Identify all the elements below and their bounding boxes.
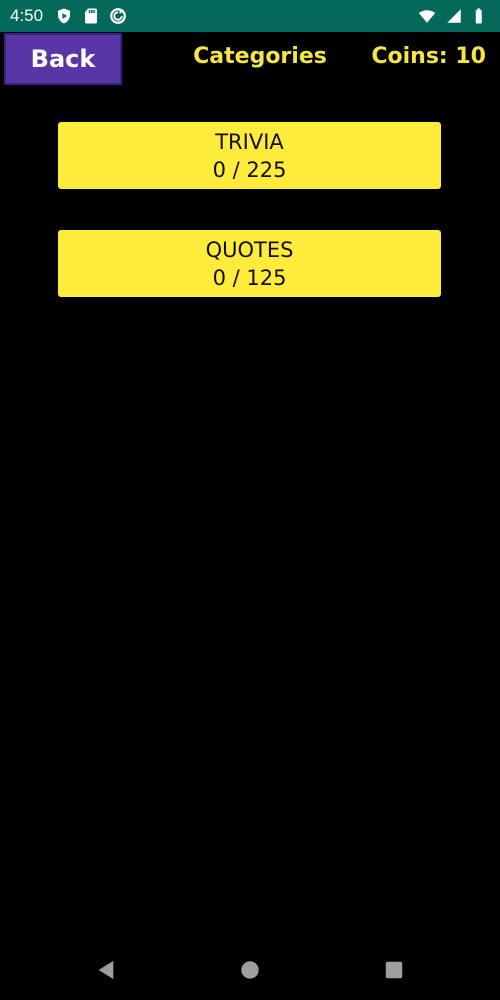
nav-recent-icon[interactable] xyxy=(382,958,406,982)
signal-icon xyxy=(445,7,463,25)
sd-card-icon xyxy=(82,7,100,25)
sync-icon xyxy=(109,7,127,25)
screen: 4:50 Back Categories Coins: 10 TRIVIA 0 … xyxy=(0,0,500,1000)
shield-icon xyxy=(55,7,73,25)
category-name: QUOTES xyxy=(205,237,294,262)
nav-bar xyxy=(0,938,500,1000)
coins-counter: Coins: 10 xyxy=(371,44,486,69)
page-title: Categories xyxy=(193,44,327,69)
status-bar: 4:50 xyxy=(0,0,500,32)
battery-icon xyxy=(472,7,490,25)
status-icons-right xyxy=(418,7,490,25)
nav-back-icon[interactable] xyxy=(94,958,118,982)
wifi-icon xyxy=(418,7,436,25)
status-icons-left xyxy=(55,7,127,25)
category-card-quotes[interactable]: QUOTES 0 / 125 xyxy=(58,230,441,297)
nav-home-icon[interactable] xyxy=(238,958,262,982)
category-progress: 0 / 225 xyxy=(212,157,287,182)
category-name: TRIVIA xyxy=(215,129,284,154)
category-progress: 0 / 125 xyxy=(212,265,287,290)
back-button[interactable]: Back xyxy=(4,33,122,85)
status-time: 4:50 xyxy=(10,6,44,25)
header: Back Categories Coins: 10 xyxy=(0,32,500,86)
category-card-trivia[interactable]: TRIVIA 0 / 225 xyxy=(58,122,441,189)
